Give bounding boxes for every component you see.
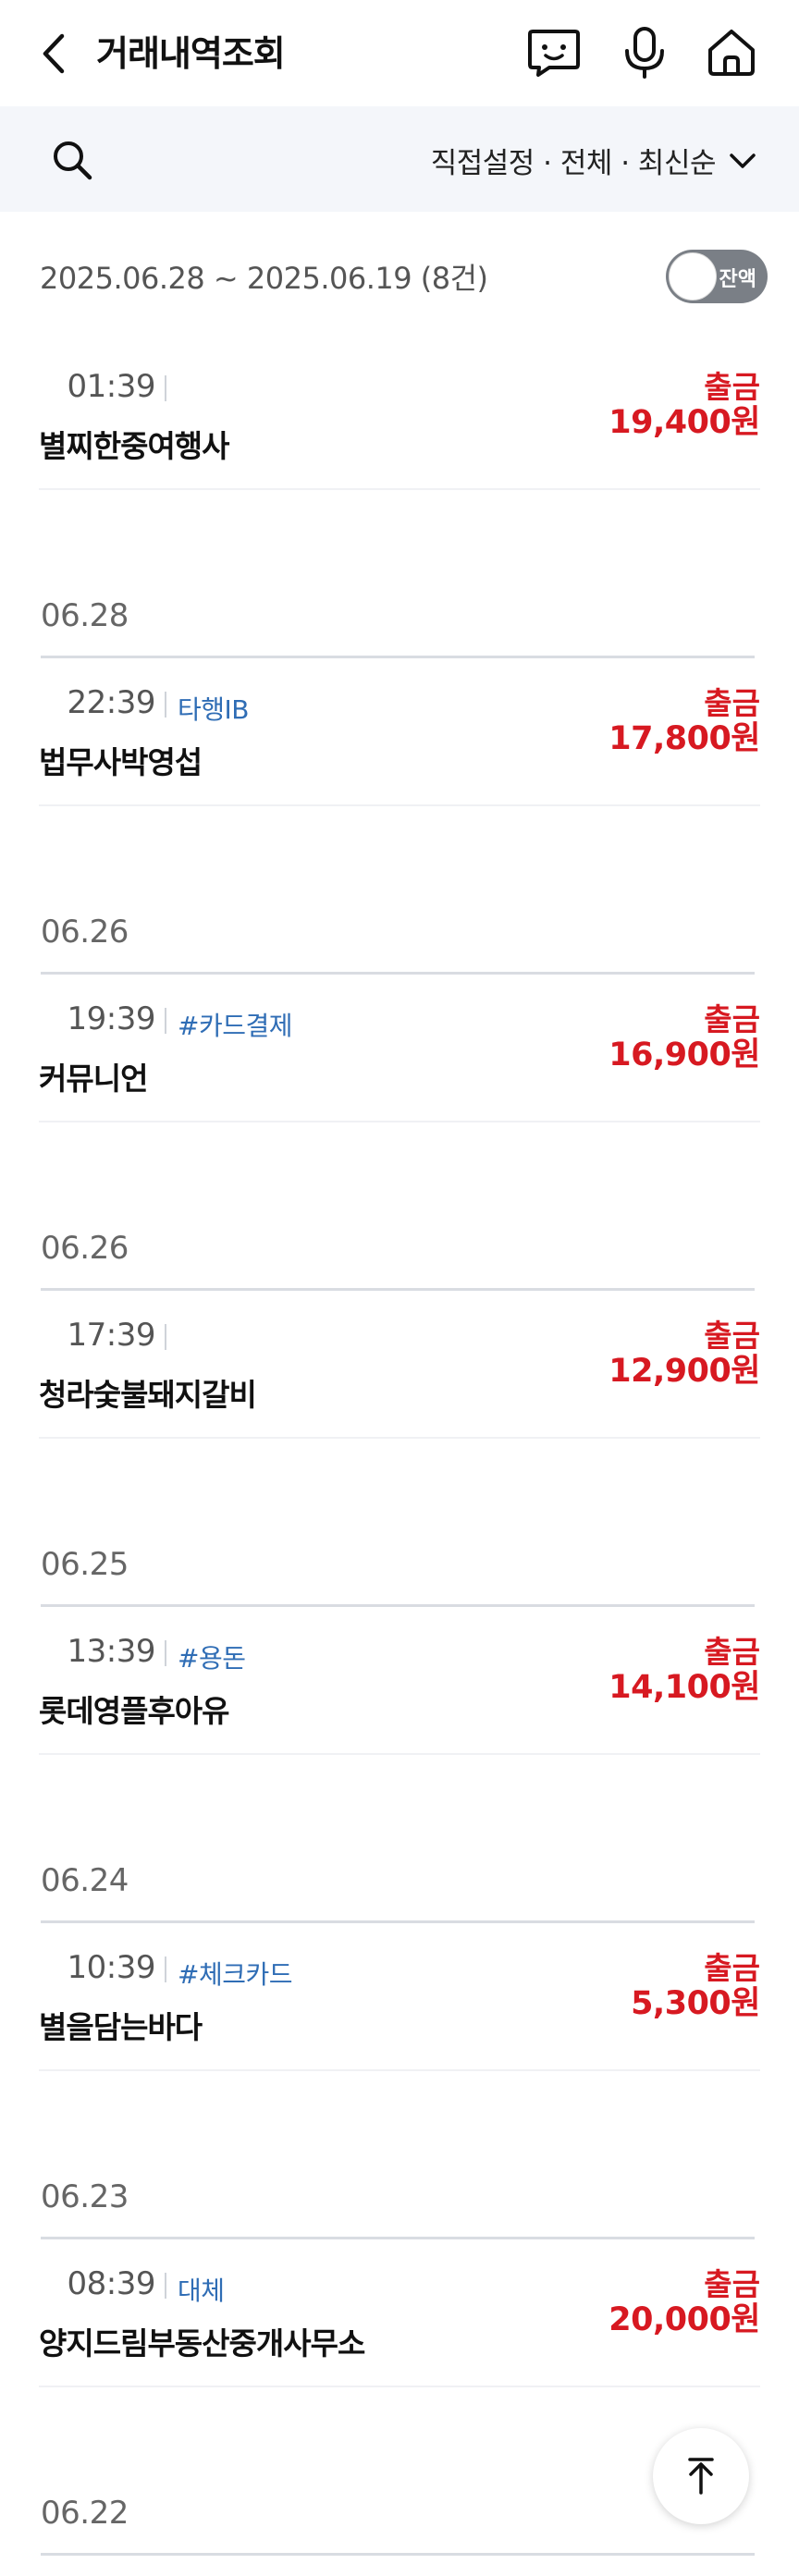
time-separator — [165, 1957, 166, 1982]
chevron-down-icon — [730, 153, 756, 168]
transaction-amount: 19,400원 — [608, 404, 760, 441]
home-button[interactable] — [703, 24, 760, 81]
group-gap — [0, 1755, 799, 1857]
time-separator — [165, 2273, 166, 2299]
filter-label: 직접설정 · 전체 · 최신순 — [430, 147, 717, 180]
filter-dropdown[interactable]: 직접설정 · 전체 · 최신순 — [431, 140, 756, 181]
arrow-up-icon — [688, 2458, 714, 2495]
date-header: 06.28 — [41, 592, 755, 658]
toggle-label: 잔액 — [719, 268, 756, 291]
date-label: 06.28 — [41, 597, 129, 634]
date-header: 06.26 — [41, 1224, 755, 1291]
transaction-row[interactable]: 13:39 #용돈 롯데영플후아유 출금 14,100원 — [39, 1607, 760, 1755]
transaction-memo: #용돈 — [178, 1643, 246, 1674]
date-range-text: 2025.06.28 ~ 2025.06.19 (8건) — [40, 261, 488, 296]
date-header: 06.22 — [41, 2489, 755, 2556]
home-icon — [708, 30, 755, 76]
transaction-amount: 16,900원 — [608, 1037, 760, 1073]
app-header: 거래내역조회 — [0, 0, 799, 106]
transaction-time: 08:39 — [67, 2265, 156, 2302]
transaction-memo: #카드결제 — [178, 1011, 293, 1041]
search-button[interactable] — [46, 134, 98, 186]
group-gap — [0, 806, 799, 908]
transaction-row[interactable]: 19:39 #카드결제 커뮤니언 출금 16,900원 — [39, 975, 760, 1122]
group-gap — [0, 1122, 799, 1224]
chatbot-icon — [528, 30, 580, 77]
chatbot-button[interactable] — [525, 24, 583, 81]
transaction-amount: 17,800원 — [608, 720, 760, 757]
transaction-amount: 12,900원 — [608, 1353, 760, 1390]
group-gap — [0, 1439, 799, 1540]
transaction-list: 01:39 별찌한중여행사 출금 19,400원 06.28 22:39 타행IB 법무사박영… — [0, 342, 799, 2576]
back-icon — [43, 33, 65, 74]
date-label: 06.24 — [41, 1862, 129, 1899]
scroll-top-button[interactable] — [653, 2428, 749, 2524]
time-separator — [165, 1008, 166, 1034]
page-title: 거래내역조회 — [96, 33, 286, 74]
transaction-name: 청라숯불돼지갈비 — [39, 1377, 257, 1413]
date-range-row: 2025.06.28 ~ 2025.06.19 (8건) 잔액 — [0, 239, 799, 313]
date-header: 06.23 — [41, 2173, 755, 2239]
transaction-name: 법무사박영섭 — [39, 744, 203, 780]
microphone-icon — [625, 27, 664, 79]
date-label: 06.26 — [41, 914, 129, 951]
transaction-time: 13:39 — [67, 1633, 156, 1670]
date-label: 06.25 — [41, 1546, 129, 1583]
time-separator — [165, 375, 166, 401]
back-button[interactable] — [35, 28, 72, 80]
date-label: 06.26 — [41, 1230, 129, 1267]
transaction-name: 양지드림부동산중개사무소 — [39, 2325, 365, 2361]
search-icon — [54, 141, 92, 180]
transaction-time: 22:39 — [67, 684, 156, 721]
transaction-row[interactable]: 22:39 타행IB 법무사박영섭 출금 17,800원 — [39, 658, 760, 806]
transaction-row[interactable]: 04:39아성솔루션출금19,600원 — [39, 2556, 760, 2576]
transaction-memo: #체크카드 — [178, 1959, 293, 1990]
transaction-amount: 20,000원 — [608, 2301, 760, 2338]
time-separator — [165, 692, 166, 718]
time-separator — [165, 1324, 166, 1350]
date-header: 06.25 — [41, 1540, 755, 1607]
transaction-row[interactable]: 01:39 별찌한중여행사 출금 19,400원 — [39, 342, 760, 490]
transaction-time: 19:39 — [67, 1000, 156, 1037]
time-separator — [165, 1640, 166, 1666]
transaction-row[interactable]: 10:39 #체크카드 별을담는바다 출금 5,300원 — [39, 1923, 760, 2071]
transaction-row[interactable]: 08:39 대체 양지드림부동산중개사무소 출금 20,000원 — [39, 2239, 760, 2387]
date-label: 06.23 — [41, 2178, 129, 2215]
transaction-amount: 5,300원 — [631, 1985, 760, 2022]
group-gap — [0, 490, 799, 592]
transaction-time: 17:39 — [67, 1317, 156, 1354]
group-gap — [0, 2071, 799, 2173]
transaction-name: 별을담는바다 — [39, 2009, 203, 2045]
toggle-knob — [669, 252, 717, 301]
filter-bar: 직접설정 · 전체 · 최신순 — [0, 106, 799, 212]
date-header: 06.26 — [41, 908, 755, 975]
transaction-name: 커뮤니언 — [39, 1061, 148, 1097]
balance-toggle[interactable]: 잔액 — [666, 250, 768, 303]
voice-search-button[interactable] — [616, 24, 673, 81]
transaction-row[interactable]: 17:39 청라숯불돼지갈비 출금 12,900원 — [39, 1291, 760, 1439]
date-label: 06.22 — [41, 2495, 129, 2532]
transaction-memo: 대체 — [178, 2275, 225, 2306]
transaction-amount: 14,100원 — [608, 1669, 760, 1706]
transaction-name: 롯데영플후아유 — [39, 1693, 230, 1729]
transaction-time: 10:39 — [67, 1949, 156, 1986]
date-header: 06.24 — [41, 1857, 755, 1923]
transaction-time: 01:39 — [67, 368, 156, 405]
transaction-memo: 타행IB — [178, 694, 250, 725]
transaction-name: 별찌한중여행사 — [39, 428, 230, 464]
